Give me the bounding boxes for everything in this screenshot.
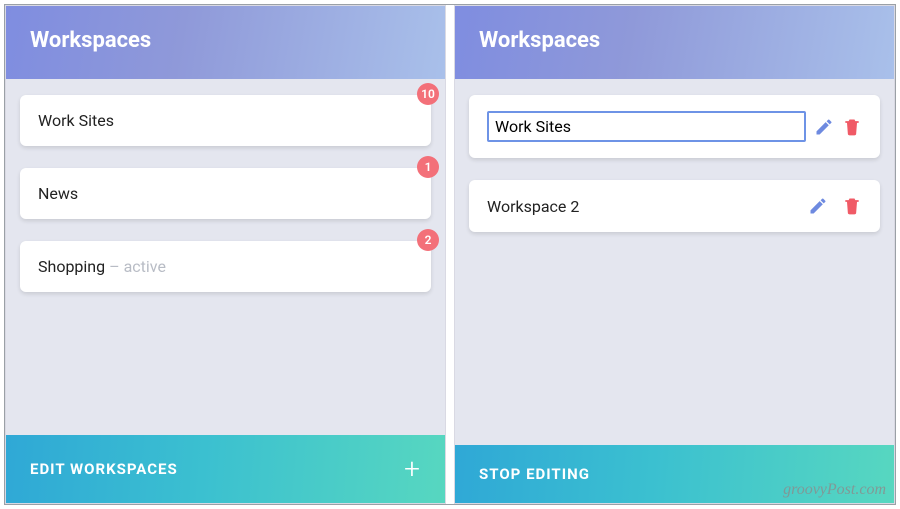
trash-icon[interactable] [842,117,862,137]
workspace-edit-list: Workspace 2 [455,79,894,445]
workspace-name: News [38,184,78,203]
count-badge: 1 [417,156,439,178]
workspace-name: Work Sites [38,111,114,130]
screenshot-frame: Workspaces Work Sites 10 News 1 Shopping… [4,4,896,505]
panel-title: Workspaces [455,6,894,79]
footer-label: STOP EDITING [479,465,590,483]
count-badge: 10 [417,83,439,105]
pencil-icon[interactable] [808,196,828,216]
panel-normal: Workspaces Work Sites 10 News 1 Shopping… [5,5,446,504]
count-badge: 2 [417,229,439,251]
active-label: – active [109,257,166,276]
workspace-edit-row: Workspace 2 [469,180,880,232]
pencil-icon[interactable] [814,117,834,137]
panel-title: Workspaces [6,6,445,79]
workspace-name: Workspace 2 [487,197,579,216]
workspace-item[interactable]: News 1 [20,168,431,219]
row-actions [808,196,862,216]
workspace-item[interactable]: Work Sites 10 [20,95,431,146]
edit-workspaces-button[interactable]: EDIT WORKSPACES + [6,435,445,503]
workspace-list: Work Sites 10 News 1 Shopping – active 2 [6,79,445,435]
footer-label: EDIT WORKSPACES [30,460,178,478]
workspace-name-input[interactable] [487,111,806,142]
trash-icon[interactable] [842,196,862,216]
workspace-name: Shopping [38,257,105,276]
workspace-edit-row [469,95,880,158]
add-icon[interactable]: + [404,455,421,483]
panel-editing: Workspaces Workspace 2 [454,5,895,504]
stop-editing-button[interactable]: STOP EDITING [455,445,894,503]
workspace-item-active[interactable]: Shopping – active 2 [20,241,431,292]
